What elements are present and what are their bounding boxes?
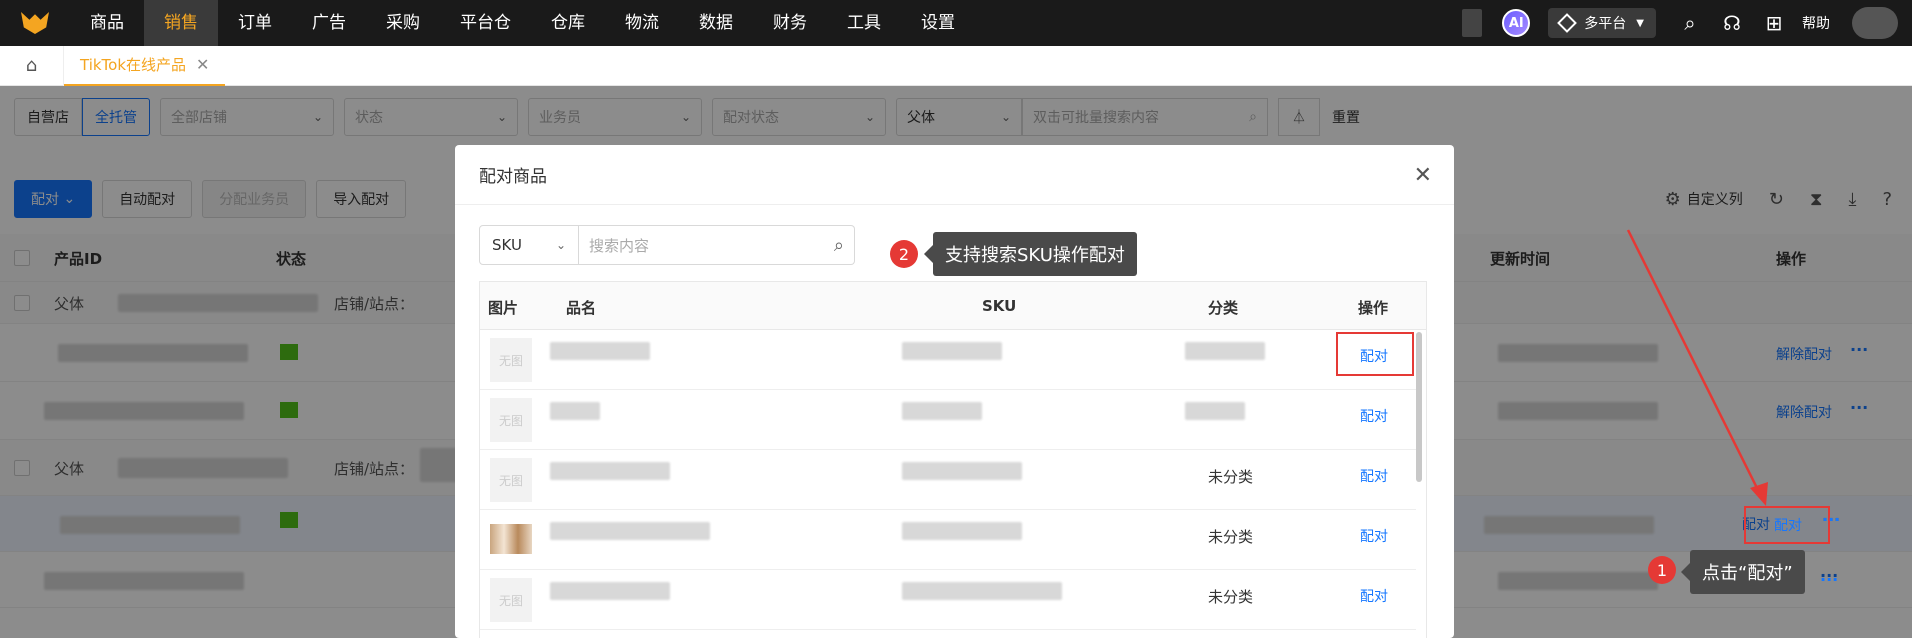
pointer-arrow bbox=[1626, 229, 1768, 506]
